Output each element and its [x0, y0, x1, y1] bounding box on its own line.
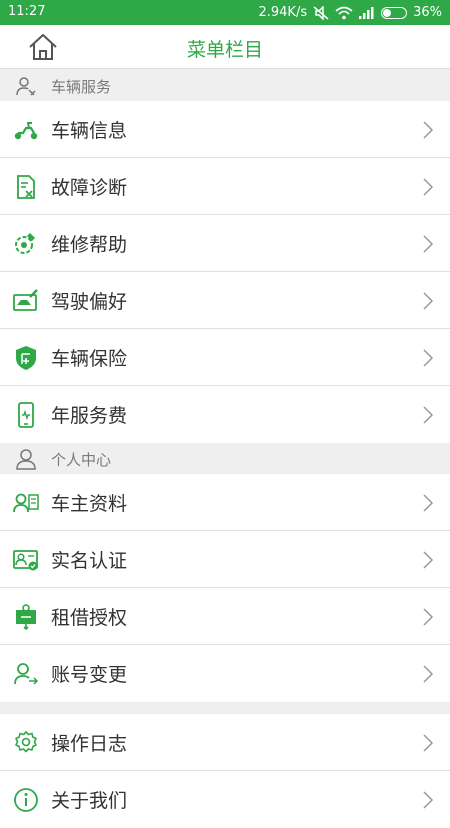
- driving-preference-icon: [13, 289, 38, 311]
- menu-item-label: 车主资料: [51, 493, 128, 515]
- page-title: 菜单栏目: [186, 39, 263, 61]
- menu-item-real-name-verification[interactable]: 实名认证: [0, 531, 450, 588]
- diagnosis-icon: [17, 175, 35, 199]
- menu-item-label: 年服务费: [51, 405, 128, 427]
- account-change-icon: [14, 663, 39, 685]
- menu-item-repair-help[interactable]: 维修帮助: [0, 215, 450, 272]
- section-title: 个人中心: [51, 451, 112, 469]
- menu-item-label: 维修帮助: [51, 234, 128, 256]
- chevron-right-icon: [423, 791, 434, 809]
- menu-item-label: 故障诊断: [51, 177, 128, 199]
- chevron-right-icon: [423, 608, 434, 626]
- gear-icon: [15, 731, 37, 753]
- chevron-right-icon: [423, 178, 434, 196]
- menu-item-operation-log[interactable]: 操作日志: [0, 714, 450, 771]
- chevron-right-icon: [423, 406, 434, 424]
- battery-icon: [381, 6, 408, 19]
- section-header-vehicle-service: 车辆服务: [0, 70, 450, 101]
- menu-item-annual-service-fee[interactable]: 年服务费: [0, 386, 450, 443]
- signal-icon: [359, 6, 374, 19]
- menu-item-label: 驾驶偏好: [51, 291, 128, 313]
- menu-item-account-change[interactable]: 账号变更: [0, 645, 450, 702]
- menu-item-fault-diagnosis[interactable]: 故障诊断: [0, 158, 450, 215]
- menu-item-label: 车辆保险: [51, 348, 128, 370]
- insurance-shield-icon: [16, 346, 36, 370]
- menu-item-vehicle-insurance[interactable]: 车辆保险: [0, 329, 450, 386]
- chevron-right-icon: [423, 494, 434, 512]
- menu-item-driving-preference[interactable]: 驾驶偏好: [0, 272, 450, 329]
- chevron-right-icon: [423, 235, 434, 253]
- rental-authorization-icon: [16, 604, 36, 630]
- menu-item-rental-authorization[interactable]: 租借授权: [0, 588, 450, 645]
- chevron-right-icon: [423, 665, 434, 683]
- chevron-right-icon: [423, 292, 434, 310]
- menu-item-label: 车辆信息: [51, 120, 128, 142]
- status-bar: 11:27 2.94K/s 36%: [0, 0, 450, 25]
- wifi-icon: [335, 6, 353, 19]
- scooter-icon: [14, 122, 38, 140]
- owner-profile-icon: [13, 493, 39, 513]
- menu-item-label: 操作日志: [51, 733, 128, 755]
- mute-icon: [313, 5, 329, 20]
- section-title: 车辆服务: [51, 78, 112, 96]
- chevron-right-icon: [423, 551, 434, 569]
- id-card-verified-icon: [13, 550, 38, 571]
- phone-fee-icon: [18, 402, 34, 428]
- menu-item-label: 实名认证: [51, 550, 128, 572]
- menu-item-vehicle-info[interactable]: 车辆信息: [0, 101, 450, 158]
- chevron-right-icon: [423, 734, 434, 752]
- network-speed: 2.94K/s: [258, 5, 308, 20]
- status-time: 11:27: [8, 4, 46, 19]
- repair-icon: [15, 233, 35, 254]
- battery-percent: 36%: [413, 5, 442, 20]
- nav-bar: 菜单栏目: [0, 25, 450, 69]
- chevron-right-icon: [423, 121, 434, 139]
- user-icon: [16, 449, 36, 470]
- section-header-personal-center: 个人中心: [0, 443, 450, 474]
- menu-item-label: 账号变更: [51, 664, 128, 686]
- info-icon: [14, 788, 38, 812]
- menu-item-label: 租借授权: [51, 607, 128, 629]
- chevron-right-icon: [423, 349, 434, 367]
- menu-item-owner-profile[interactable]: 车主资料: [0, 474, 450, 531]
- user-settings-icon: [16, 77, 36, 96]
